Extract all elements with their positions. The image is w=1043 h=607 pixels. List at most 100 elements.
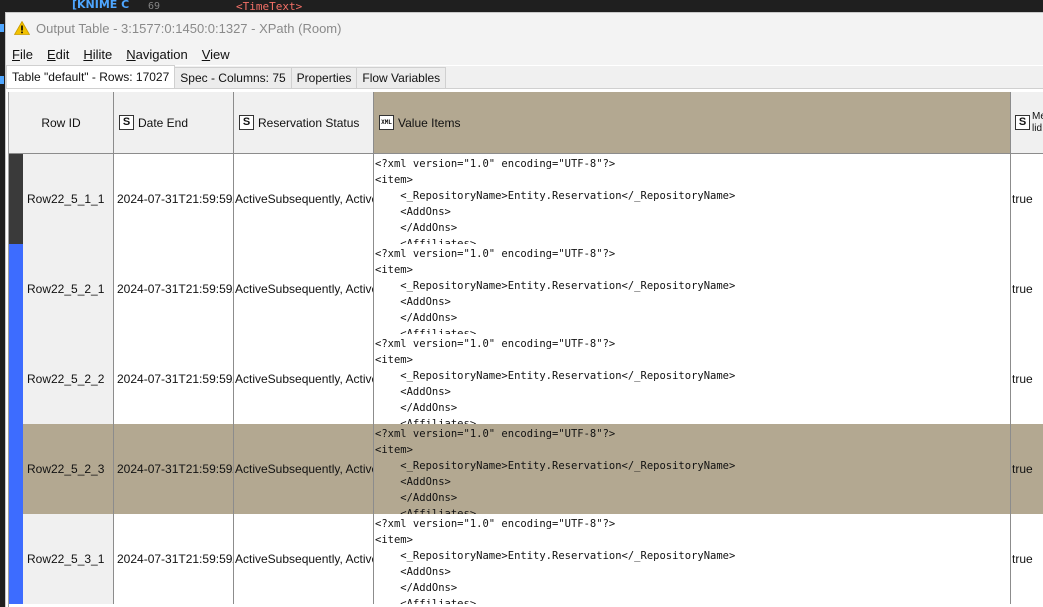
xml-type-icon: XML (379, 115, 394, 130)
menu-navigation-rest: avigation (135, 46, 188, 62)
view-tabs: Table "default" - Rows: 17027 Spec - Col… (6, 65, 1043, 89)
tab-properties[interactable]: Properties (290, 67, 358, 88)
valid-cell[interactable]: true (1011, 154, 1043, 244)
value-items-cell[interactable]: <?xml version="1.0" encoding="UTF-8"?> <i… (374, 334, 1011, 424)
xml-line: </AddOns> (375, 492, 458, 504)
hilite-indicator (9, 514, 23, 604)
tab-table[interactable]: Table "default" - Rows: 17027 (6, 65, 176, 88)
window-title: Output Table - 3:1577:0:1450:0:1327 - XP… (36, 20, 342, 36)
row-id-cell[interactable]: Row22_5_2_2 (9, 334, 114, 424)
xml-line: <?xml version="1.0" encoding="UTF-8"?> (375, 518, 616, 530)
menu-file-rest: ile (19, 46, 33, 62)
xml-line: <item> (375, 534, 413, 546)
date-end-cell[interactable]: 2024-07-31T21:59:59Z (114, 154, 234, 244)
xml-line: </AddOns> (375, 402, 458, 414)
xml-line: <Affiliates> (375, 418, 477, 424)
xml-line: <_RepositoryName>Entity.Reservation</_Re… (375, 280, 736, 292)
reservation-status-cell[interactable]: ActiveSubsequently, Active (234, 424, 374, 514)
string-type-icon: S (239, 115, 254, 130)
valid-cell[interactable]: true (1011, 514, 1043, 604)
xml-line: <?xml version="1.0" encoding="UTF-8"?> (375, 338, 616, 350)
table-row[interactable]: Row22_5_2_1 2024-07-31T21:59:59Z ActiveSub… (9, 244, 1043, 334)
column-header-label: Reservation Status (258, 115, 360, 130)
row-id-cell[interactable]: Row22_5_1_1 (9, 154, 114, 244)
value-items-cell[interactable]: <?xml version="1.0" encoding="UTF-8"?> <i… (374, 154, 1011, 244)
table-row[interactable]: Row22_5_3_1 2024-07-31T21:59:59Z ActiveSub… (9, 514, 1043, 604)
xml-line: <item> (375, 354, 413, 366)
menu-navigation[interactable]: Navigation (126, 47, 187, 62)
column-header-row-id[interactable]: Row ID (9, 92, 114, 154)
string-type-icon: S (119, 115, 134, 130)
xml-line: <_RepositoryName>Entity.Reservation</_Re… (375, 550, 736, 562)
valid-cell[interactable]: true (1011, 244, 1043, 334)
menu-hilite[interactable]: Hilite (83, 47, 112, 62)
string-type-icon: S (1015, 115, 1030, 130)
row-id-cell[interactable]: Row22_5_3_1 (9, 514, 114, 604)
xml-line: <Affiliates> (375, 508, 477, 514)
hilite-indicator (9, 424, 23, 514)
xml-line: <AddOns> (375, 206, 451, 218)
value-items-cell[interactable]: <?xml version="1.0" encoding="UTF-8"?> <i… (374, 514, 1011, 604)
column-header-label: Value Items (398, 115, 461, 130)
xml-line: <Affiliates> (375, 328, 477, 334)
xml-line: <Affiliates> (375, 598, 477, 604)
column-header-reservation-status[interactable]: S Reservation Status (234, 92, 374, 154)
warning-triangle-icon (14, 21, 30, 35)
gutter-marker (0, 76, 4, 84)
reservation-status-cell[interactable]: ActiveSubsequently, Active (234, 154, 374, 244)
xml-line: <item> (375, 174, 413, 186)
xml-line: </AddOns> (375, 312, 458, 324)
xml-line: <_RepositoryName>Entity.Reservation</_Re… (375, 370, 736, 382)
background-line-number: 69 (148, 1, 161, 12)
hilite-indicator (9, 334, 23, 424)
data-table: Row ID S Date End S Reservation Status X… (8, 92, 1043, 607)
valid-cell[interactable]: true (1011, 424, 1043, 514)
xml-line: <AddOns> (375, 296, 451, 308)
title-bar[interactable]: Output Table - 3:1577:0:1450:0:1327 - XP… (6, 13, 1043, 43)
reservation-status-cell[interactable]: ActiveSubsequently, Active (234, 244, 374, 334)
hilite-indicator (9, 154, 23, 244)
tab-flow-variables[interactable]: Flow Variables (356, 67, 447, 88)
xml-line: <?xml version="1.0" encoding="UTF-8"?> (375, 248, 616, 260)
xml-line: <?xml version="1.0" encoding="UTF-8"?> (375, 158, 616, 170)
column-header-label: Me lid (1032, 110, 1043, 134)
tab-spec[interactable]: Spec - Columns: 75 (174, 67, 292, 88)
menu-edit-accel: E (46, 46, 56, 62)
xml-line: <_RepositoryName>Entity.Reservation</_Re… (375, 460, 736, 472)
valid-cell[interactable]: true (1011, 334, 1043, 424)
value-items-cell[interactable]: <?xml version="1.0" encoding="UTF-8"?> <i… (374, 244, 1011, 334)
column-header-label: Row ID (41, 115, 81, 130)
menu-file-accel: F (12, 46, 20, 62)
date-end-cell[interactable]: 2024-07-31T21:59:59Z (114, 334, 234, 424)
date-end-cell[interactable]: 2024-07-31T21:59:59Z (114, 424, 234, 514)
row-id-cell[interactable]: Row22_5_2_3 (9, 424, 114, 514)
output-table-window: Output Table - 3:1577:0:1450:0:1327 - XP… (5, 12, 1043, 607)
date-end-cell[interactable]: 2024-07-31T21:59:59Z (114, 244, 234, 334)
menu-view[interactable]: View (202, 47, 230, 62)
row-id-cell[interactable]: Row22_5_2_1 (9, 244, 114, 334)
table-row[interactable]: Row22_5_2_3 2024-07-31T21:59:59Z ActiveSub… (9, 424, 1043, 514)
gutter-marker (0, 24, 4, 32)
xml-line: <AddOns> (375, 566, 451, 578)
xml-line: <?xml version="1.0" encoding="UTF-8"?> (375, 428, 616, 440)
menu-bar: File Edit Hilite Navigation View (6, 43, 1043, 65)
xml-line: <item> (375, 264, 413, 276)
column-header-date-end[interactable]: S Date End (114, 92, 234, 154)
column-header-value-items[interactable]: XML Value Items (374, 92, 1011, 154)
xml-line: <AddOns> (375, 386, 451, 398)
column-header-valid[interactable]: S Me lid (1011, 92, 1043, 154)
date-end-cell[interactable]: 2024-07-31T21:59:59Z (114, 514, 234, 604)
menu-hilite-rest: ilite (92, 46, 113, 62)
table-row[interactable]: Row22_5_2_2 2024-07-31T21:59:59Z ActiveSub… (9, 334, 1043, 424)
table-row[interactable]: Row22_5_1_1 2024-07-31T21:59:59Z ActiveSub… (9, 154, 1043, 244)
xml-line: </AddOns> (375, 582, 458, 594)
menu-file[interactable]: File (12, 47, 33, 62)
xml-line: <AddOns> (375, 476, 451, 488)
menu-view-rest: iew (210, 46, 230, 62)
xml-line: <item> (375, 444, 413, 456)
reservation-status-cell[interactable]: ActiveSubsequently, Active (234, 334, 374, 424)
xml-line: </AddOns> (375, 222, 458, 234)
value-items-cell[interactable]: <?xml version="1.0" encoding="UTF-8"?> <i… (374, 424, 1011, 514)
reservation-status-cell[interactable]: ActiveSubsequently, Active (234, 514, 374, 604)
menu-edit[interactable]: Edit (47, 47, 69, 62)
